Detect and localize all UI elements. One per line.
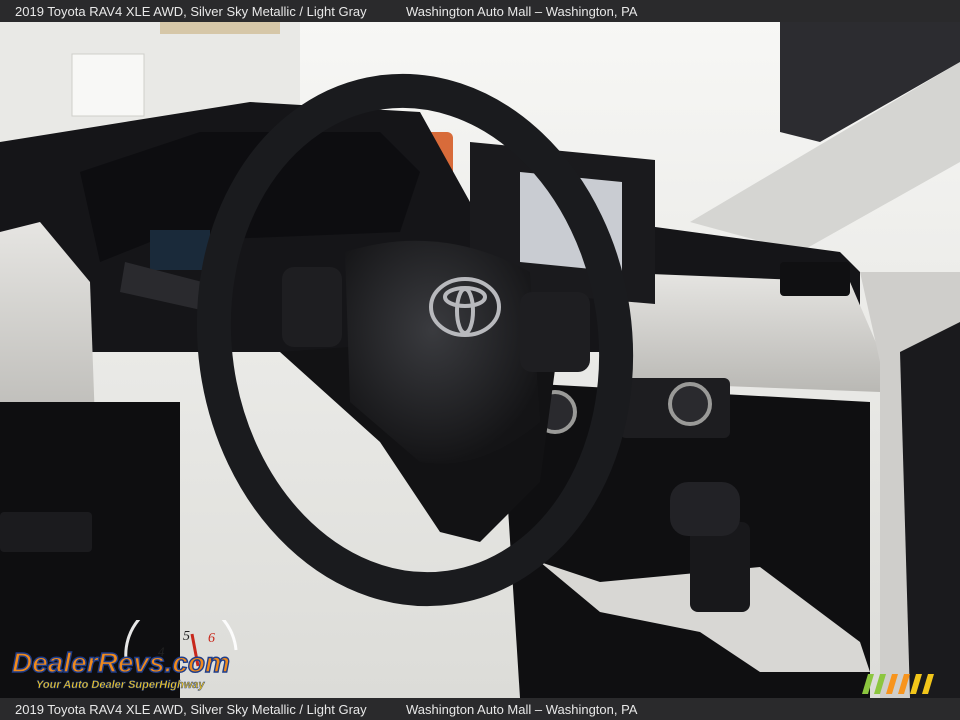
stripes-logo-icon (862, 674, 934, 694)
wheel-controls-left (282, 267, 342, 347)
vehicle-caption: 2019 Toyota RAV4 XLE AWD, Silver Sky Met… (15, 701, 367, 717)
dealer-caption: Washington Auto Mall – Washington, PA (406, 701, 638, 717)
wheel-controls-right (520, 292, 590, 372)
caption-bar-bottom: 2019 Toyota RAV4 XLE AWD, Silver Sky Met… (0, 698, 960, 720)
interior-photo (0, 22, 960, 698)
garage-shelf (160, 22, 280, 34)
dealerrevs-watermark: 4 5 6 DealerRevs.com Your Auto Dealer Su… (11, 620, 238, 691)
watermark-tagline: Your Auto Dealer SuperHighway (36, 679, 205, 691)
speedo-digit: 6 (208, 631, 215, 646)
air-vent-right (780, 262, 850, 296)
dealer-caption: Washington Auto Mall – Washington, PA (406, 3, 638, 19)
gear-shifter-knob (670, 482, 740, 536)
speedo-digit: 5 (183, 629, 190, 644)
vehicle-caption: 2019 Toyota RAV4 XLE AWD, Silver Sky Met… (15, 3, 367, 19)
wall-sign (71, 53, 145, 117)
watermark-brand: DealerRevs.com (12, 647, 230, 678)
caption-bar-top: 2019 Toyota RAV4 XLE AWD, Silver Sky Met… (0, 0, 960, 22)
door-trim-dark (900, 322, 960, 698)
instrument-display (150, 230, 210, 270)
climate-knob-right (668, 382, 712, 426)
hood-release-panel (0, 512, 92, 552)
